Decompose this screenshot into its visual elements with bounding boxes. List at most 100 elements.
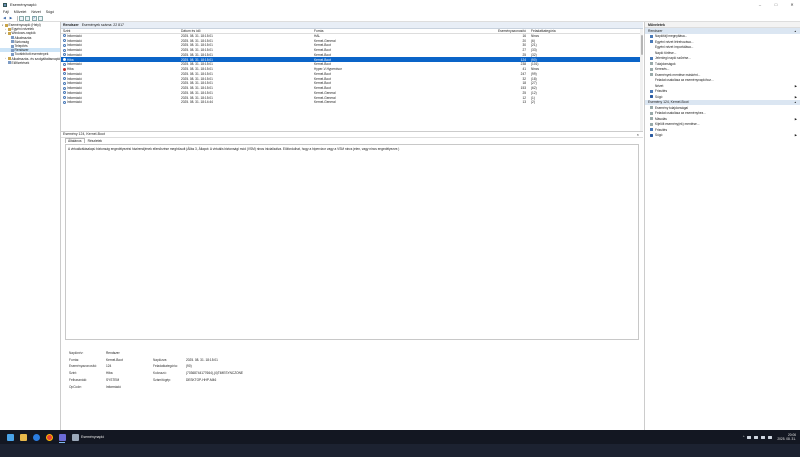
event-category: (32) (531, 52, 537, 57)
battery-icon[interactable] (768, 435, 773, 439)
action-spacer (650, 84, 653, 87)
menu-file[interactable]: Fájl (3, 10, 9, 14)
event-row[interactable]: Információ 2025. 08. 31. 18:15:01 Kernel-B… (61, 86, 643, 91)
volume-icon[interactable] (761, 435, 766, 439)
event-id: 41 (522, 67, 526, 72)
event-row[interactable]: Hiba 2025. 08. 31. 18:15:01 Kernel-Boot 124… (61, 57, 643, 62)
close-button[interactable]: ✕ (784, 0, 800, 9)
event-row[interactable]: Információ 2025. 08. 31. 18:15:01 Kernel-B… (61, 53, 643, 58)
event-row[interactable]: Információ 2025. 08. 31. 18:15:01 Kernel-B… (61, 43, 643, 48)
event-row[interactable]: Információ 2025. 08. 31. 18:15:01 Kernel-B… (61, 48, 643, 53)
tab-details[interactable]: Részletek (86, 139, 104, 143)
event-viewer-taskbar-label[interactable]: Eseménynapló (81, 435, 104, 439)
event-level: Információ (61, 62, 181, 66)
property-value: DESKTOP-HHP-M46 (186, 378, 217, 383)
event-source: Kernel-General (314, 95, 336, 100)
chrome-icon[interactable] (46, 433, 53, 441)
action-label: Nézet (655, 83, 664, 88)
info-icon (63, 53, 66, 57)
column-task-category[interactable]: Feladatkategória (530, 29, 570, 33)
event-viewer-taskbar-icon[interactable] (72, 433, 79, 441)
event-row[interactable]: Információ 2025. 08. 31. 18:14:44 Kernel-G… (61, 100, 643, 105)
maximize-button[interactable]: □ (768, 0, 784, 9)
collapse-arrow-icon[interactable]: ▴ (794, 100, 796, 104)
action-label: Esemény tulajdonságai (655, 105, 688, 110)
scrollbar-thumb[interactable] (640, 34, 643, 55)
menu-help[interactable]: Súgó (46, 10, 54, 14)
action-spacer (650, 79, 653, 82)
event-id: 13 (522, 100, 526, 105)
event-level-text: Információ (67, 76, 82, 81)
event-row[interactable]: Információ 2025. 08. 31. 18:15:01 Kernel-G… (61, 95, 643, 100)
event-level-text: Információ (67, 62, 82, 67)
back-arrow-icon[interactable]: ◀ (2, 16, 7, 21)
event-date: 2025. 08. 31. 18:15:01 (181, 81, 213, 86)
column-source[interactable]: Forrás (314, 29, 460, 33)
event-row[interactable]: Információ 2025. 08. 31. 18:15:01 Kernel-B… (61, 72, 643, 77)
column-level[interactable]: Szint (61, 29, 181, 33)
info-icon (63, 91, 66, 95)
store-icon[interactable] (59, 433, 66, 441)
column-event-id[interactable]: Eseményazonosító (460, 29, 530, 33)
close-detail-icon[interactable]: × (637, 132, 639, 137)
event-source: Kernel-General (314, 90, 336, 95)
folder-icon (7, 57, 11, 61)
menu-action[interactable]: Művelet (14, 10, 27, 14)
event-level-text: Információ (67, 71, 82, 76)
events-scrollbar[interactable] (640, 28, 643, 131)
clock[interactable]: 20:06 2025. 08. 31. (777, 433, 796, 441)
network-icon[interactable] (754, 435, 759, 439)
tray-chevron-icon[interactable]: ^ (743, 435, 745, 439)
properties-icon[interactable] (25, 15, 30, 21)
properties-icon (650, 62, 653, 66)
property-value: Rendszer (106, 350, 120, 355)
show-hide-tree-icon[interactable] (18, 15, 24, 21)
onedrive-icon[interactable] (747, 435, 752, 439)
start-icon[interactable] (7, 433, 14, 441)
menu-view[interactable]: Nézet (31, 10, 40, 14)
event-row[interactable]: Információ 2025. 08. 31. 18:15:01 Kernel-G… (61, 38, 643, 43)
tree-node-label: Előfizetések (11, 60, 30, 65)
tab-general[interactable]: Általános (65, 137, 85, 143)
event-category: (101) (531, 62, 539, 67)
event-category: (2) (531, 100, 535, 105)
forward-arrow-icon[interactable]: ▶ (9, 16, 14, 21)
log-icon (10, 48, 14, 52)
event-level-text: Hiba (67, 57, 74, 62)
event-date: 2025. 08. 31. 18:15:01 (181, 43, 213, 48)
event-date: 2025. 08. 31. 18:15:01 (181, 33, 213, 38)
toolbar-separator (16, 15, 17, 21)
event-level: Információ (61, 86, 181, 90)
info-icon (63, 86, 66, 90)
window-title: Eseménynapló (10, 2, 37, 7)
event-source: HAL (314, 33, 321, 38)
action-spacer (650, 51, 653, 54)
event-row[interactable]: Információ 2025. 08. 31. 18:15:01 Kernel-G… (61, 91, 643, 96)
action-item[interactable]: Súgó ▶ (645, 133, 800, 139)
event-date: 2025. 08. 31. 18:15:01 (181, 95, 213, 100)
show-hide-actions-icon[interactable] (38, 15, 43, 21)
event-source: Kernel-Boot (314, 57, 331, 62)
event-row[interactable]: Hiba 2025. 08. 31. 18:15:01 Hyper-V-Hyperv… (61, 67, 643, 72)
property-row: Eseményazonosító: 124 Feladatkategória: (90… (69, 363, 643, 370)
event-row[interactable]: Információ 2025. 08. 31. 18:15:01 HAL 16 Nin… (61, 34, 643, 39)
tree-node[interactable]: › Alkalmazás- és szolgáltatásnaplók (0, 57, 60, 61)
info-icon (63, 34, 66, 38)
column-date[interactable]: Dátum és idő (181, 29, 314, 33)
help-icon[interactable]: ? (31, 15, 37, 21)
event-row[interactable]: Információ 2025. 08. 31. 18:15:01 Kernel-B… (61, 62, 643, 67)
info-icon (63, 81, 66, 85)
property-label: Forrás: (69, 357, 80, 362)
minimize-button[interactable]: – (752, 0, 768, 9)
edge-icon[interactable] (33, 433, 40, 441)
file-explorer-icon[interactable] (20, 433, 27, 441)
collapse-arrow-icon[interactable]: ▴ (794, 29, 796, 33)
event-category: (33) (531, 48, 537, 53)
events-rows: Információ 2025. 08. 31. 18:15:01 HAL 16 Nin… (61, 34, 643, 105)
event-row[interactable]: Információ 2025. 08. 31. 18:15:01 Kernel-B… (61, 76, 643, 81)
error-icon (63, 58, 66, 62)
event-level: Információ (61, 34, 181, 38)
tree-node[interactable]: Előfizetések (0, 61, 60, 65)
event-row[interactable]: Információ 2025. 08. 31. 18:15:01 Kernel-B… (61, 81, 643, 86)
actions-pane: Műveletek Rendszer ▴ Naplófájl megnyitása.… (644, 22, 800, 430)
